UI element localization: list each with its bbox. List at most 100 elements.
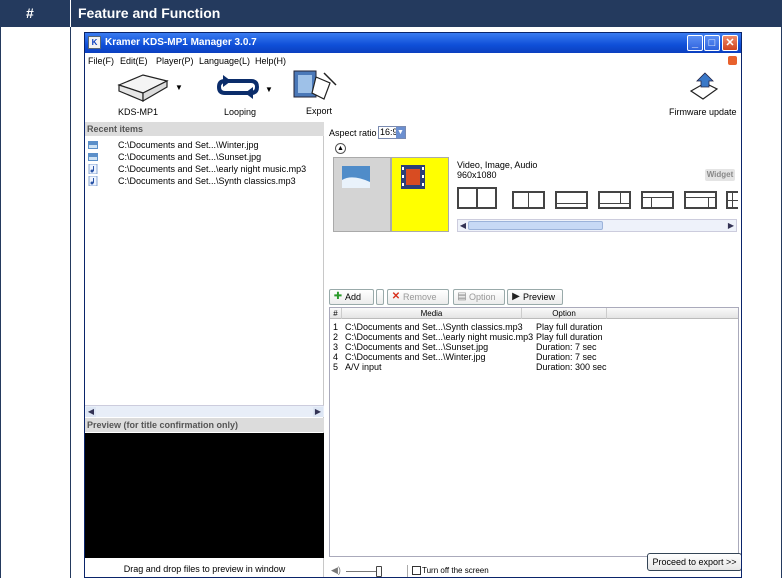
app-logo-icon: K xyxy=(88,36,101,49)
widget-button[interactable]: Widget xyxy=(705,169,735,181)
recent-item-path: C:\Documents and Set...\Synth classics.m… xyxy=(118,176,296,186)
minimize-icon: _ xyxy=(691,37,699,49)
scroll-right-icon[interactable]: ▶ xyxy=(313,407,323,417)
scroll-left-icon[interactable]: ◀ xyxy=(86,407,96,417)
divider xyxy=(407,565,408,577)
add-label: Add xyxy=(345,292,362,302)
media-table: # Media Option 1 C:\Documents and Set...… xyxy=(329,307,739,557)
layout-option[interactable] xyxy=(684,191,717,209)
option-button[interactable]: ▤ Option xyxy=(453,289,505,305)
device-dropdown-icon[interactable]: ▼ xyxy=(175,83,183,92)
aspect-ratio-value: 16:9 xyxy=(380,127,398,137)
looping-button[interactable]: Looping xyxy=(213,71,263,119)
title-bar[interactable]: K Kramer KDS-MP1 Manager 3.0.7 _ □ ✕ xyxy=(85,33,741,53)
minimize-button[interactable]: _ xyxy=(687,35,703,51)
scroll-right-icon[interactable]: ▶ xyxy=(726,220,736,231)
col-header-media[interactable]: Media xyxy=(342,308,522,319)
collapse-up-icon[interactable]: ▲ xyxy=(335,143,346,154)
firmware-update-button[interactable]: Firmware update xyxy=(669,71,739,119)
loop-icon xyxy=(216,75,260,99)
media-type-label: Video, Image, Audio xyxy=(457,160,538,170)
menu-language[interactable]: Language(L) xyxy=(199,56,250,66)
export-label: Export xyxy=(306,106,333,116)
turn-off-screen-checkbox[interactable] xyxy=(412,566,421,575)
music-file-icon xyxy=(88,176,98,186)
layout-panel: Video, Image, Audio 960x1080 Widget ◀ ▶ xyxy=(333,157,738,267)
layout-option[interactable] xyxy=(641,191,674,209)
music-file-icon xyxy=(88,164,98,174)
add-dropdown-button[interactable] xyxy=(376,289,384,305)
option-label: Option xyxy=(469,292,496,302)
menu-help[interactable]: Help(H) xyxy=(255,56,286,66)
toolbar: KDS-MP1 ▼ Looping ▼ Export Firmware upda… xyxy=(85,69,741,121)
close-button[interactable]: ✕ xyxy=(722,35,738,51)
remove-label: Remove xyxy=(403,292,437,302)
export-icon xyxy=(293,70,337,100)
add-icon: ✚ xyxy=(333,291,343,302)
layout-thumb-image[interactable] xyxy=(333,157,391,232)
col-header-number[interactable]: # xyxy=(330,308,342,319)
preview-window[interactable] xyxy=(85,433,324,558)
scrollbar-thumb[interactable] xyxy=(468,221,603,230)
recent-items-scrollbar[interactable]: ◀ ▶ xyxy=(85,405,324,417)
col-header-option[interactable]: Option xyxy=(522,308,607,319)
drag-drop-hint: Drag and drop files to preview in window xyxy=(123,564,286,574)
video-film-icon xyxy=(401,165,425,189)
volume-slider[interactable] xyxy=(346,571,376,572)
doc-left-cell xyxy=(0,27,71,578)
menu-file[interactable]: File(F) xyxy=(88,56,114,66)
layout-scrollbar[interactable]: ◀ ▶ xyxy=(457,219,737,232)
table-row[interactable]: 4 C:\Documents and Set...\Winter.jpg Dur… xyxy=(330,352,738,362)
layout-thumb-video[interactable] xyxy=(391,157,449,232)
menu-bar: File(F) Edit(E) Player(P) Language(L) He… xyxy=(85,53,741,69)
export-button[interactable]: Export xyxy=(290,69,340,119)
left-pane: Recent items C:\Documents and Set...\Win… xyxy=(85,122,324,577)
preview-label: Preview xyxy=(523,292,556,302)
table-row[interactable]: 5 A/V input Duration: 300 sec xyxy=(330,362,738,372)
menu-edit[interactable]: Edit(E) xyxy=(120,56,148,66)
table-row[interactable]: 2 C:\Documents and Set...\early night mu… xyxy=(330,332,738,342)
looping-dropdown-icon[interactable]: ▼ xyxy=(265,85,273,94)
table-row[interactable]: 1 C:\Documents and Set...\Synth classics… xyxy=(330,322,738,332)
device-label: KDS-MP1 xyxy=(118,107,159,117)
play-icon: ▶ xyxy=(512,291,520,302)
layout-option[interactable] xyxy=(457,187,497,209)
recent-item[interactable]: C:\Documents and Set...\Sunset.jpg xyxy=(88,152,318,163)
menu-close-icon[interactable] xyxy=(728,56,737,65)
preview-header: Preview (for title confirmation only) xyxy=(85,418,324,432)
recent-item[interactable]: C:\Documents and Set...\early night musi… xyxy=(88,164,318,175)
aspect-ratio-label: Aspect ratio xyxy=(329,128,377,138)
proceed-to-export-button[interactable]: Proceed to export >> xyxy=(647,553,741,571)
layout-option[interactable] xyxy=(726,191,738,209)
speaker-icon: ◀) xyxy=(331,565,341,575)
close-icon: ✕ xyxy=(725,37,735,49)
recent-item-path: C:\Documents and Set...\early night musi… xyxy=(118,164,307,174)
layout-option[interactable] xyxy=(598,191,631,209)
device-button[interactable]: KDS-MP1 xyxy=(113,71,171,119)
layout-option[interactable] xyxy=(512,191,545,209)
resolution-label: 960x1080 xyxy=(457,170,497,180)
app-window: K Kramer KDS-MP1 Manager 3.0.7 _ □ ✕ Fil… xyxy=(84,32,742,578)
add-button[interactable]: ✚ Add xyxy=(329,289,374,305)
remove-button[interactable]: ✕ Remove xyxy=(387,289,449,305)
preview-button[interactable]: ▶ Preview xyxy=(507,289,563,305)
image-file-icon xyxy=(88,153,98,161)
recent-item[interactable]: C:\Documents and Set...\Synth classics.m… xyxy=(88,176,318,187)
volume-slider-thumb[interactable] xyxy=(376,566,382,577)
maximize-button[interactable]: □ xyxy=(704,35,720,51)
table-row[interactable]: 3 C:\Documents and Set...\Sunset.jpg Dur… xyxy=(330,342,738,352)
recent-item[interactable]: C:\Documents and Set...\Winter.jpg xyxy=(88,140,318,151)
window-title: Kramer KDS-MP1 Manager 3.0.7 xyxy=(105,37,257,48)
layout-option[interactable] xyxy=(555,191,588,209)
remove-icon: ✕ xyxy=(391,291,401,302)
chevron-down-icon: ▼ xyxy=(396,127,405,138)
aspect-ratio-select[interactable]: 16:9 ▼ xyxy=(378,126,406,139)
menu-player[interactable]: Player(P) xyxy=(156,56,194,66)
looping-label: Looping xyxy=(224,107,257,117)
media-table-header: # Media Option xyxy=(330,308,738,319)
doc-col-title: Feature and Function xyxy=(78,5,221,21)
media-toolbar: ✚ Add ✕ Remove ▤ Option ▶ Preview xyxy=(329,289,739,305)
image-file-icon xyxy=(88,141,98,149)
scroll-left-icon[interactable]: ◀ xyxy=(458,220,468,231)
recent-item-path: C:\Documents and Set...\Winter.jpg xyxy=(118,140,259,150)
